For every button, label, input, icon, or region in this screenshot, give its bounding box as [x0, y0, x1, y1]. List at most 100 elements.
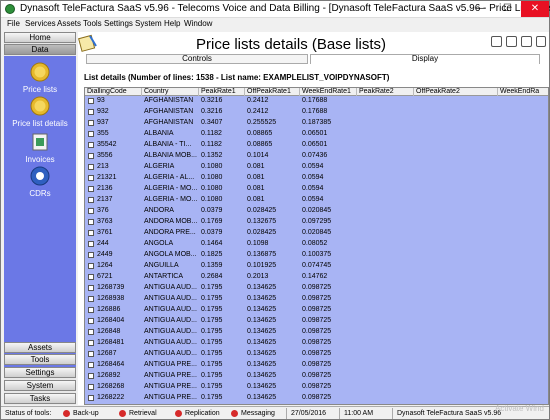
row-checkbox[interactable]: [88, 186, 94, 192]
table-row[interactable]: 6721 ANTARTICA 0.2684 0.2013 0.14762: [85, 273, 548, 281]
row-checkbox[interactable]: [88, 197, 94, 203]
table-row[interactable]: 1268938 ANTIGUA AUD... 0.1795 0.134625 0.098…: [85, 295, 548, 303]
column-header-offpeakrate2[interactable]: OffPeakRate2: [414, 88, 498, 96]
table-row[interactable]: 1264 ANGUILLA 0.1359 0.101925 0.074745: [85, 262, 548, 270]
row-checkbox[interactable]: [88, 340, 94, 346]
column-header-weekendrate1[interactable]: WeekEndRate1: [300, 88, 357, 96]
panel-button-4[interactable]: [536, 36, 546, 47]
row-checkbox[interactable]: [88, 307, 94, 313]
menu-services[interactable]: Services: [25, 19, 56, 28]
menu-system[interactable]: System: [135, 19, 162, 28]
row-checkbox[interactable]: [88, 351, 94, 357]
row-checkbox[interactable]: [88, 285, 94, 291]
row-checkbox[interactable]: [88, 395, 94, 401]
row-checkbox[interactable]: [88, 109, 94, 115]
minimize-button[interactable]: —: [467, 1, 494, 17]
column-header-offpeakrate1[interactable]: OffPeakRate1: [245, 88, 300, 96]
table-row[interactable]: 3556 ALBANIA MOB... 0.1352 0.1014 0.07436: [85, 152, 548, 160]
row-checkbox[interactable]: [88, 131, 94, 137]
status-messaging[interactable]: Messaging: [241, 407, 275, 420]
close-button[interactable]: ✕: [521, 1, 549, 17]
table-row[interactable]: 1268404 ANTIGUA AUD... 0.1795 0.134625 0.098…: [85, 317, 548, 325]
sidebar-tab-data[interactable]: Data: [4, 44, 76, 55]
table-row[interactable]: 3761 ANDORA PRE... 0.0379 0.028425 0.020845: [85, 229, 548, 237]
row-checkbox[interactable]: [88, 98, 94, 104]
tab-display[interactable]: Display: [310, 54, 540, 64]
cell-diallingcode: 12687: [97, 350, 117, 357]
row-checkbox[interactable]: [88, 153, 94, 159]
panel-button-2[interactable]: [506, 36, 517, 47]
table-row[interactable]: 3763 ANDORA MOB... 0.1769 0.132675 0.097295: [85, 218, 548, 226]
menu-window[interactable]: Window: [184, 19, 212, 28]
row-checkbox[interactable]: [88, 373, 94, 379]
table-row[interactable]: 126886 ANTIGUA AUD... 0.1795 0.134625 0.0987…: [85, 306, 548, 314]
sidebar-tab-settings[interactable]: Settings: [4, 367, 76, 378]
status-backup[interactable]: Back-up: [73, 407, 99, 420]
price-list-grid[interactable]: DiallingCode Country PeakRate1 OffPeakRa…: [84, 87, 549, 405]
column-header-peakrate2[interactable]: PeakRate2: [357, 88, 414, 96]
cell-country: ANTIGUA AUD...: [144, 306, 197, 313]
table-row[interactable]: 93 AFGHANISTAN 0.3216 0.2412 0.17688: [85, 97, 548, 105]
panel-button-3[interactable]: [521, 36, 532, 47]
row-checkbox[interactable]: [88, 296, 94, 302]
row-checkbox[interactable]: [88, 274, 94, 280]
row-checkbox[interactable]: [88, 362, 94, 368]
row-checkbox[interactable]: [88, 175, 94, 181]
sidebar-tab-assets[interactable]: Assets: [4, 342, 76, 353]
table-row[interactable]: 21321 ALGERIA - AL... 0.1080 0.081 0.0594: [85, 174, 548, 182]
cell-country: ANGOLA: [144, 240, 174, 247]
table-row[interactable]: 12687 ANTIGUA AUD... 0.1795 0.134625 0.09872…: [85, 350, 548, 358]
row-checkbox[interactable]: [88, 230, 94, 236]
table-row[interactable]: 126892 ANTIGUA PRE... 0.1795 0.134625 0.0987…: [85, 372, 548, 380]
row-checkbox[interactable]: [88, 164, 94, 170]
cell-offpeakrate1: 0.028425: [247, 207, 277, 214]
table-row[interactable]: 355 ALBANIA 0.1182 0.08865 0.06501: [85, 130, 548, 138]
menu-assets[interactable]: Assets: [57, 19, 81, 28]
column-header-weekendrate2[interactable]: WeekEndRa: [498, 88, 548, 96]
document-icon: [78, 34, 97, 52]
menu-settings[interactable]: Settings: [104, 19, 133, 28]
row-checkbox[interactable]: [88, 142, 94, 148]
row-checkbox[interactable]: [88, 263, 94, 269]
row-checkbox[interactable]: [88, 241, 94, 247]
table-row[interactable]: 1268739 ANTIGUA AUD... 0.1795 0.134625 0.098…: [85, 284, 548, 292]
sidebar-tab-system[interactable]: System: [4, 380, 76, 391]
table-row[interactable]: 244 ANGOLA 0.1464 0.1098 0.08052: [85, 240, 548, 248]
table-row[interactable]: 2137 ALGERIA - MO... 0.1080 0.081 0.0594: [85, 196, 548, 204]
row-checkbox[interactable]: [88, 120, 94, 126]
menu-help[interactable]: Help: [164, 19, 180, 28]
cell-offpeakrate1: 0.134625: [247, 350, 277, 357]
table-row[interactable]: 376 ANDORA 0.0379 0.028425 0.020845: [85, 207, 548, 215]
row-checkbox[interactable]: [88, 219, 94, 225]
sidebar-tab-tasks[interactable]: Tasks: [4, 393, 76, 404]
status-replication[interactable]: Replication: [185, 407, 220, 420]
table-row[interactable]: 2449 ANGOLA MOB... 0.1825 0.136875 0.100375: [85, 251, 548, 259]
row-checkbox[interactable]: [88, 252, 94, 258]
row-checkbox[interactable]: [88, 329, 94, 335]
table-row[interactable]: 1268464 ANTIGUA PRE... 0.1795 0.134625 0.098…: [85, 361, 548, 369]
messaging-status-icon: [231, 410, 238, 417]
menu-file[interactable]: File: [7, 19, 20, 28]
table-row[interactable]: 932 AFGHANISTAN 0.3216 0.2412 0.17688: [85, 108, 548, 116]
table-row[interactable]: 213 ALGERIA 0.1080 0.081 0.0594: [85, 163, 548, 171]
menu-tools[interactable]: Tools: [83, 19, 102, 28]
row-checkbox[interactable]: [88, 318, 94, 324]
table-row[interactable]: 126848 ANTIGUA AUD... 0.1795 0.134625 0.0987…: [85, 328, 548, 336]
table-row[interactable]: 2136 ALGERIA - MO... 0.1080 0.081 0.0594: [85, 185, 548, 193]
panel-button-1[interactable]: [491, 36, 502, 47]
tab-controls[interactable]: Controls: [86, 54, 308, 64]
row-checkbox[interactable]: [88, 384, 94, 390]
maximize-button[interactable]: ☐: [494, 1, 521, 17]
table-row[interactable]: 1268222 ANTIGUA PRE... 0.1795 0.134625 0.098…: [85, 394, 548, 402]
column-header-diallingcode[interactable]: DiallingCode: [85, 88, 142, 96]
table-row[interactable]: 937 AFGHANISTAN 0.3407 0.255525 0.187385: [85, 119, 548, 127]
status-retrieval[interactable]: Retrieval: [129, 407, 157, 420]
column-header-peakrate1[interactable]: PeakRate1: [199, 88, 245, 96]
table-row[interactable]: 1268481 ANTIGUA AUD... 0.1795 0.134625 0.098…: [85, 339, 548, 347]
sidebar-tab-tools[interactable]: Tools: [4, 354, 76, 365]
table-row[interactable]: 1268268 ANTIGUA PRE... 0.1795 0.134625 0.098…: [85, 383, 548, 391]
column-header-country[interactable]: Country: [142, 88, 199, 96]
sidebar-tab-home[interactable]: Home: [4, 32, 76, 43]
table-row[interactable]: 35542 ALBANIA - TI... 0.1182 0.08865 0.06501: [85, 141, 548, 149]
row-checkbox[interactable]: [88, 208, 94, 214]
